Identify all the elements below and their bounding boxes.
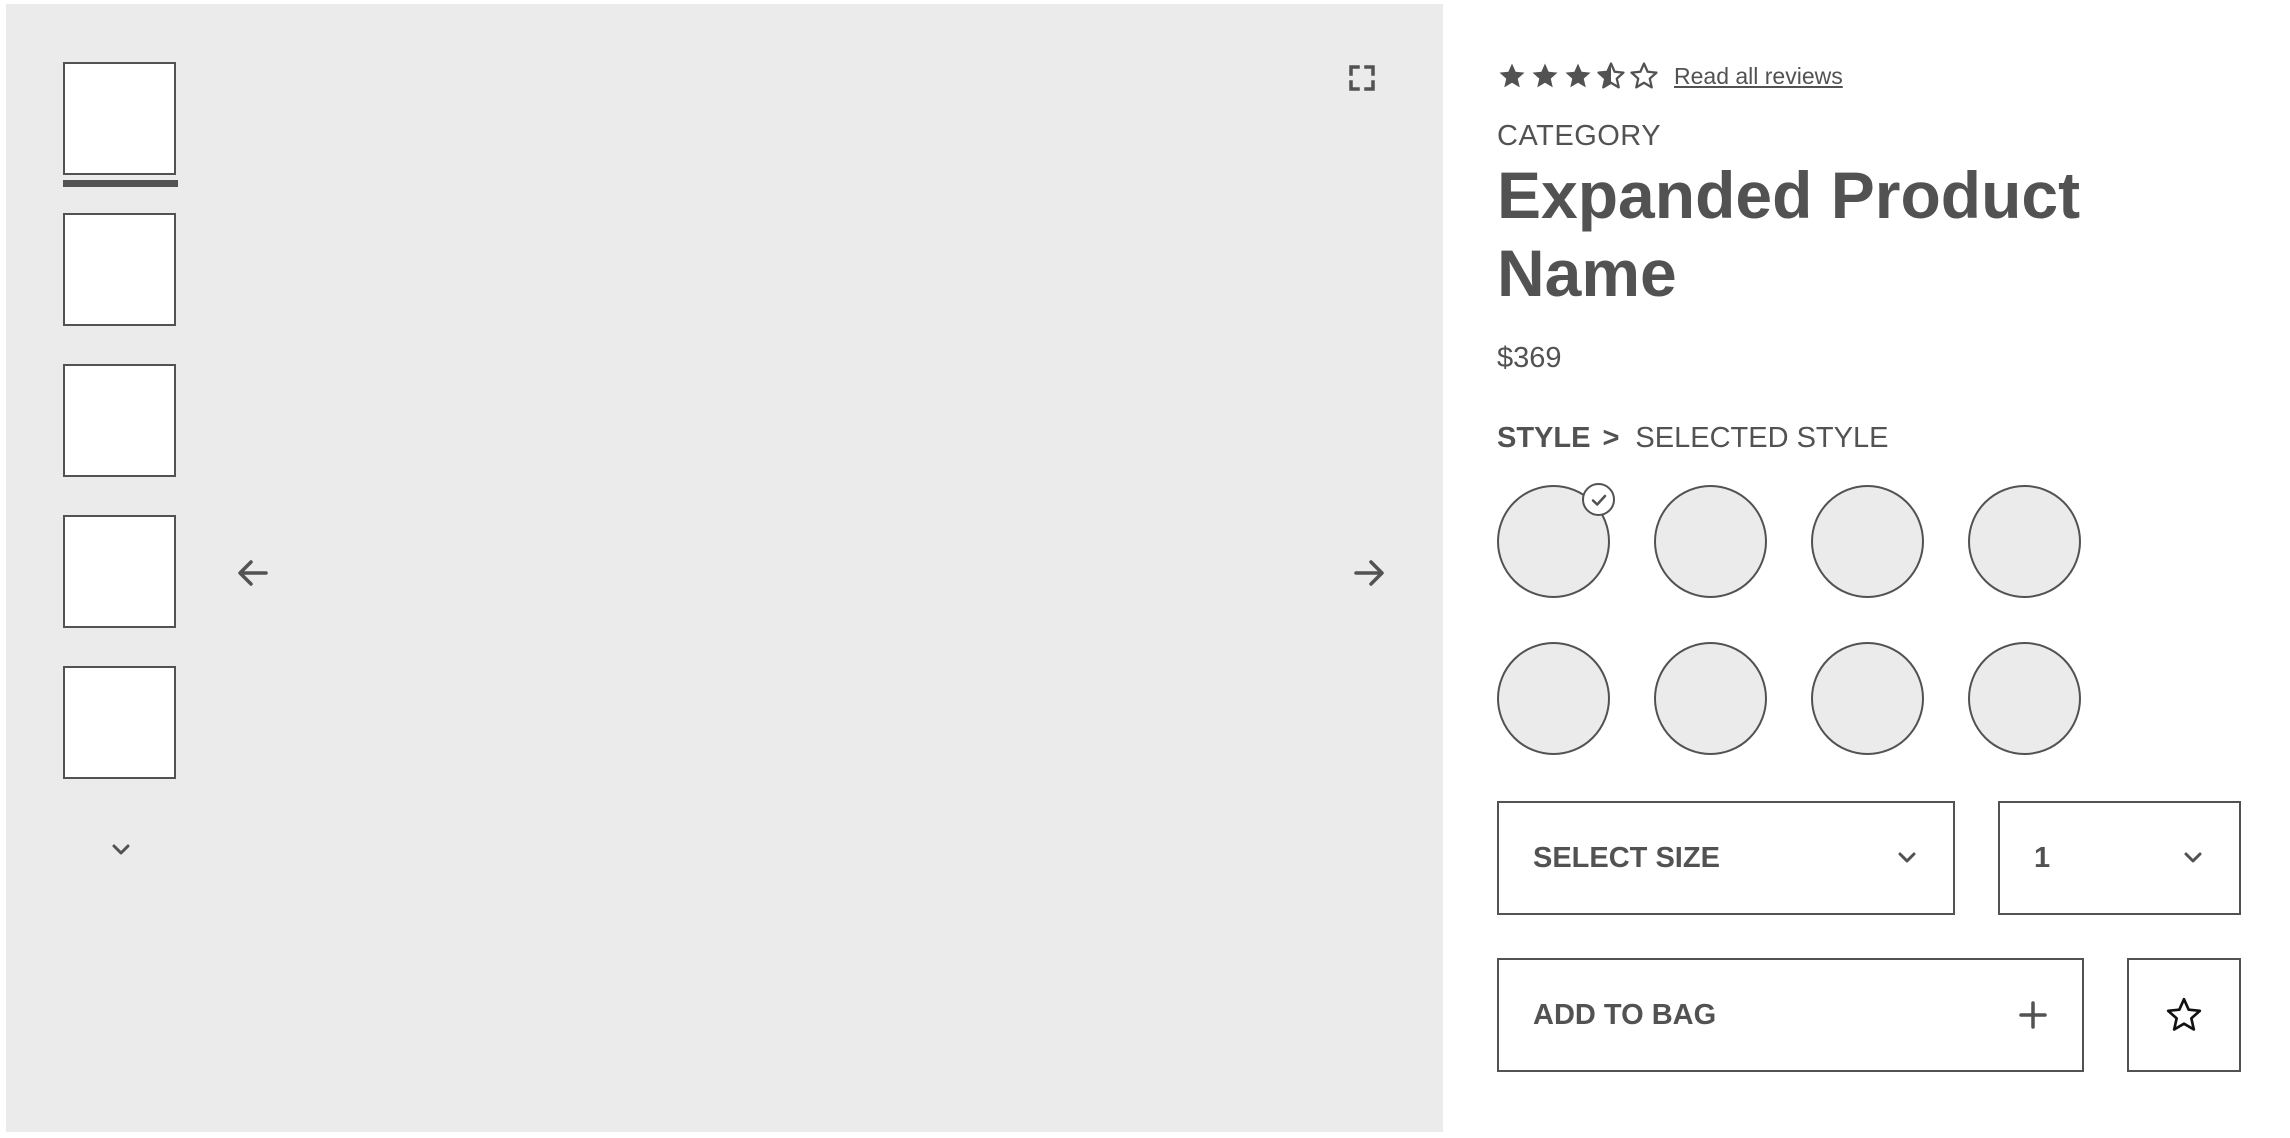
- expand-icon[interactable]: [1342, 58, 1382, 98]
- style-label: STYLE: [1497, 422, 1591, 454]
- thumbnail-2[interactable]: [63, 213, 176, 326]
- star-full-icon: [1565, 63, 1591, 88]
- style-swatch-7[interactable]: [1811, 642, 1924, 755]
- star-full-icon: [1532, 63, 1558, 88]
- thumbnail-3[interactable]: [63, 364, 176, 477]
- thumbnail-1[interactable]: [63, 62, 176, 175]
- style-swatch-6[interactable]: [1654, 642, 1767, 755]
- read-reviews-link[interactable]: Read all reviews: [1674, 63, 1843, 90]
- star-rating: [1497, 61, 1662, 91]
- star-outline-icon: [2166, 997, 2202, 1031]
- arrow-right-icon[interactable]: [1346, 550, 1392, 596]
- style-heading: STYLE > SELECTED STYLE: [1497, 422, 1888, 455]
- thumbnail-4[interactable]: [63, 515, 176, 628]
- chevron-down-icon: [1898, 852, 1916, 863]
- style-swatch-3[interactable]: [1811, 485, 1924, 598]
- style-swatch-2[interactable]: [1654, 485, 1767, 598]
- star-half-icon: [1597, 62, 1625, 89]
- product-details: Read all reviews CATEGORY Expanded Produ…: [1497, 0, 2257, 1138]
- style-swatch-8[interactable]: [1968, 642, 2081, 755]
- size-select[interactable]: SELECT SIZE: [1497, 801, 1955, 915]
- product-category: CATEGORY: [1497, 120, 1662, 152]
- rating-row: Read all reviews: [1497, 58, 1843, 94]
- style-swatch-4[interactable]: [1968, 485, 2081, 598]
- star-empty-icon: [1630, 62, 1658, 89]
- style-separator: >: [1602, 422, 1620, 454]
- favorite-button[interactable]: [2127, 958, 2241, 1072]
- chevron-down-icon: [2184, 852, 2202, 863]
- quantity-select-value: 1: [2034, 841, 2051, 874]
- selected-style-name: SELECTED STYLE: [1635, 422, 1889, 454]
- quantity-select[interactable]: 1: [1998, 801, 2241, 915]
- product-name: Expanded Product Name: [1497, 158, 2081, 310]
- chevron-down-icon[interactable]: [101, 830, 141, 870]
- size-select-value: SELECT SIZE: [1533, 841, 1720, 874]
- style-swatch-5[interactable]: [1497, 642, 1610, 755]
- thumbnail-selected-indicator: [63, 180, 178, 187]
- add-to-bag-button[interactable]: ADD TO BAG: [1497, 958, 2084, 1072]
- product-price: $369: [1497, 342, 1562, 374]
- thumbnail-5[interactable]: [63, 666, 176, 779]
- image-gallery: [6, 4, 1443, 1132]
- style-swatch-1[interactable]: [1497, 483, 1615, 598]
- plus-icon: [2019, 1001, 2047, 1029]
- check-icon: [1582, 483, 1615, 516]
- add-to-bag-label: ADD TO BAG: [1533, 998, 1717, 1031]
- arrow-left-icon[interactable]: [230, 550, 276, 596]
- star-full-icon: [1499, 63, 1525, 88]
